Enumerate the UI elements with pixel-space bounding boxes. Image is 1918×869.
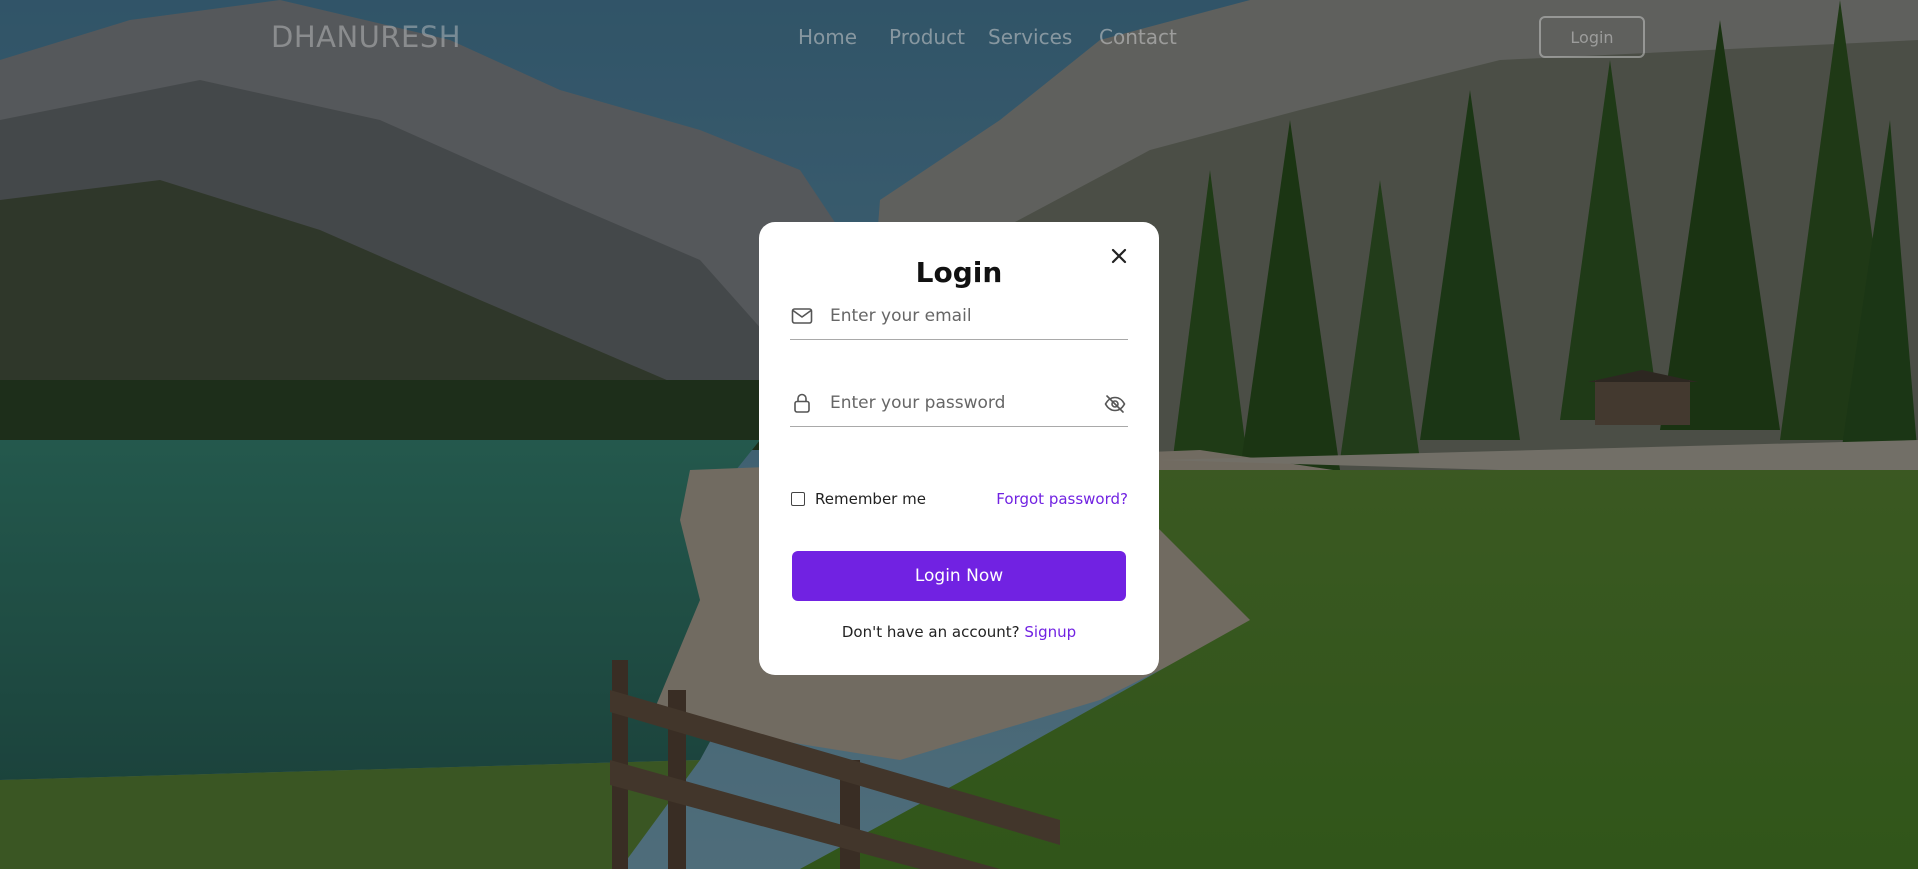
site-logo[interactable]: DHANURESH <box>271 20 461 54</box>
remember-me-checkbox[interactable] <box>791 492 805 506</box>
nav-link-services[interactable]: Services <box>988 25 1078 49</box>
close-icon <box>1111 248 1127 264</box>
signup-row: Don't have an account? Signup <box>759 623 1159 641</box>
email-input[interactable] <box>828 300 1082 332</box>
password-input[interactable] <box>828 387 1082 419</box>
envelope-icon <box>791 308 813 324</box>
modal-title: Login <box>915 256 1003 289</box>
lock-icon <box>794 393 810 413</box>
remember-me-row: Remember me <box>790 490 926 508</box>
eye-off-icon <box>1104 395 1126 413</box>
close-button[interactable] <box>1107 244 1131 268</box>
forgot-password-link[interactable]: Forgot password? <box>996 490 1128 508</box>
login-now-button[interactable]: Login Now <box>792 551 1126 601</box>
navbar: DHANURESH Home Product Services Contact … <box>0 0 1918 76</box>
signup-prompt: Don't have an account? <box>841 623 1025 641</box>
toggle-password-visibility-button[interactable] <box>1103 392 1127 416</box>
login-modal: Login Remember me Forgot password? <box>759 222 1159 675</box>
email-field <box>790 294 1128 340</box>
nav-link-product[interactable]: Product <box>889 25 969 49</box>
nav-link-home[interactable]: Home <box>798 25 858 49</box>
signup-link[interactable]: Signup <box>1024 623 1076 641</box>
nav-login-button[interactable]: Login <box>1539 16 1645 58</box>
remember-me-label[interactable]: Remember me <box>815 490 926 508</box>
nav-links: Home Product Services Contact <box>798 25 1208 49</box>
nav-link-contact[interactable]: Contact <box>1099 25 1177 49</box>
password-field <box>790 381 1128 427</box>
